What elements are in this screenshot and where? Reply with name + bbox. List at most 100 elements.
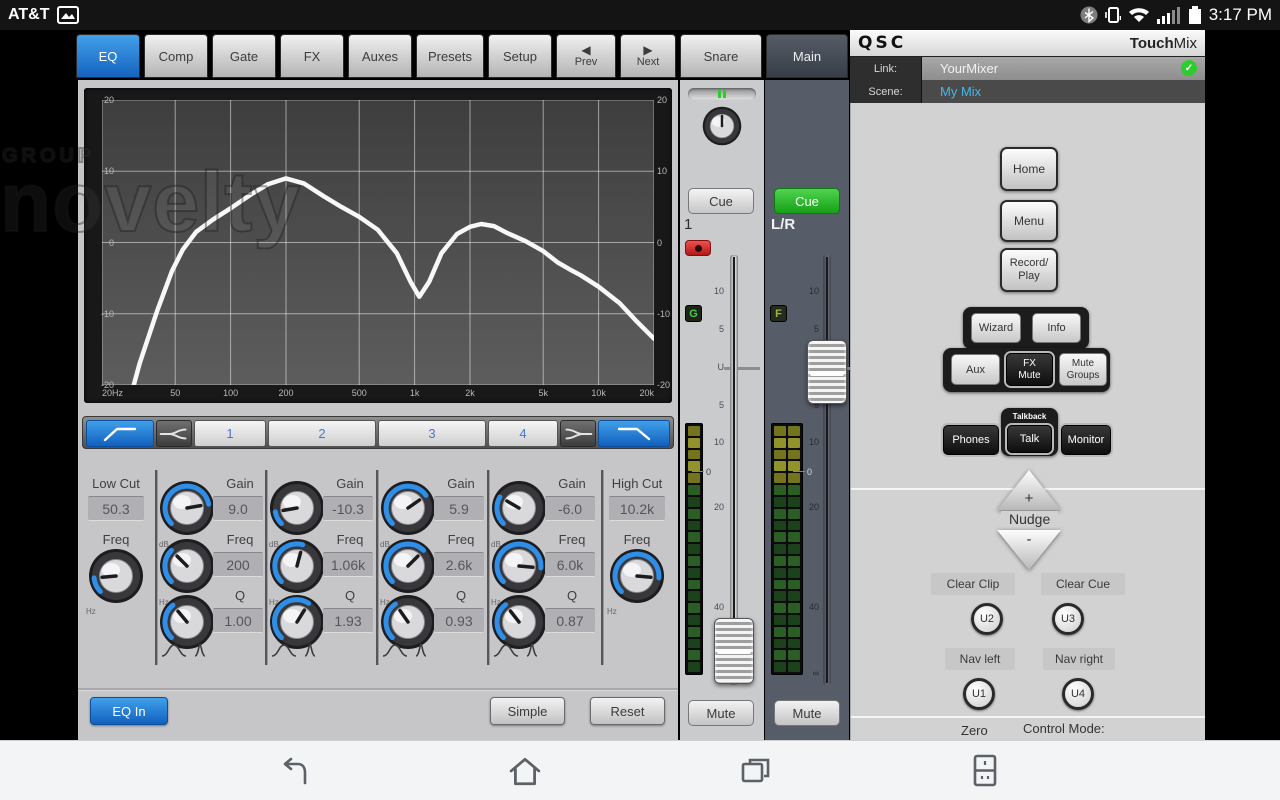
meter-led xyxy=(774,568,786,578)
nav-left-label[interactable]: Nav left xyxy=(945,648,1015,670)
user-button-u2[interactable]: U2 xyxy=(971,603,1003,635)
meter-led xyxy=(774,627,786,637)
low-cut-unit-label: Hz xyxy=(86,607,96,616)
tab-eq[interactable]: EQ xyxy=(76,34,140,78)
tab-setup[interactable]: Setup xyxy=(488,34,552,78)
main-cue-button[interactable]: Cue xyxy=(774,188,840,214)
low-cut-freq-knob[interactable] xyxy=(88,548,144,604)
dual-window-button[interactable] xyxy=(955,749,1015,793)
band4-gain-knob[interactable] xyxy=(491,480,547,536)
monitor-button[interactable]: Monitor xyxy=(1061,425,1111,455)
high-shelf-band-button[interactable] xyxy=(560,420,596,447)
recents-button[interactable] xyxy=(725,749,785,793)
channel1-mute-button[interactable]: Mute xyxy=(688,700,754,726)
meter-column xyxy=(688,426,700,672)
eq-band-1-button[interactable]: 1 xyxy=(194,420,266,447)
main-mute-button[interactable]: Mute xyxy=(774,700,840,726)
back-button[interactable] xyxy=(265,749,325,793)
wizard-button[interactable]: Wizard xyxy=(971,313,1021,343)
nudge-down-button[interactable]: - xyxy=(997,530,1061,570)
band3-freq-knob[interactable] xyxy=(380,538,436,594)
prev-channel-button[interactable]: ◀Prev xyxy=(556,34,616,78)
record-arm-button[interactable] xyxy=(685,240,711,256)
user-button-u1[interactable]: U1 xyxy=(963,678,995,710)
clear-clip-label[interactable]: Clear Clip xyxy=(931,573,1015,595)
meter-led xyxy=(788,461,800,471)
tab-gate[interactable]: Gate xyxy=(212,34,276,78)
meter-led xyxy=(688,450,700,460)
gain-label: Gain xyxy=(549,476,595,491)
band4-freq-knob[interactable] xyxy=(491,538,547,594)
tab-presets[interactable]: Presets xyxy=(416,34,484,78)
low-shelf-band-button[interactable] xyxy=(156,420,192,447)
nudge-label: Nudge xyxy=(1001,511,1058,527)
x-tick-label: 10k xyxy=(591,388,606,398)
high-cut-freq-knob[interactable] xyxy=(609,548,665,604)
clear-cue-label[interactable]: Clear Cue xyxy=(1041,573,1125,595)
tab-channel-snare[interactable]: Snare xyxy=(680,34,762,78)
eq-band-3-button[interactable]: 3 xyxy=(378,420,486,447)
dual-window-icon xyxy=(970,754,1000,788)
tab-auxes[interactable]: Auxes xyxy=(348,34,412,78)
main-fader-track[interactable] xyxy=(823,255,831,685)
channel-pan-knob[interactable] xyxy=(702,106,742,146)
main-fader-cap[interactable] xyxy=(807,340,847,404)
eq-band-2-button[interactable]: 2 xyxy=(268,420,376,447)
band3-gain-knob[interactable] xyxy=(380,480,436,536)
record-play-button[interactable]: Record/Play xyxy=(1000,248,1058,292)
user-button-u3[interactable]: U3 xyxy=(1052,603,1084,635)
y-tick-label: -10 xyxy=(657,309,672,319)
pan-slider[interactable] xyxy=(688,88,756,100)
aux-button[interactable]: Aux xyxy=(951,354,1000,385)
eq-in-button[interactable]: EQ In xyxy=(90,697,168,725)
phones-button[interactable]: Phones xyxy=(943,425,999,455)
meter-led xyxy=(774,639,786,649)
eq-band-4-button[interactable]: 4 xyxy=(488,420,558,447)
meter-led xyxy=(688,627,700,637)
talk-button[interactable]: Talk xyxy=(1007,425,1052,453)
meter-led xyxy=(788,450,800,460)
eq-response-graph[interactable] xyxy=(102,100,654,385)
meter-led xyxy=(788,639,800,649)
band1-gain-value: 9.0 xyxy=(213,496,263,521)
simple-button[interactable]: Simple xyxy=(490,697,565,725)
wifi-icon xyxy=(1128,6,1150,24)
next-channel-button[interactable]: ▶Next xyxy=(620,34,676,78)
tab-main[interactable]: Main xyxy=(766,34,848,78)
bell-narrow-icon xyxy=(193,642,207,658)
menu-button[interactable]: Menu xyxy=(1000,200,1058,242)
band2-gain-knob[interactable] xyxy=(269,480,325,536)
home-nav-button[interactable] xyxy=(495,749,555,793)
meter-led xyxy=(688,473,700,483)
meter-led xyxy=(774,544,786,554)
tab-fx[interactable]: FX xyxy=(280,34,344,78)
channel1-cue-button[interactable]: Cue xyxy=(688,188,754,214)
fader-scale-label: 5 xyxy=(698,324,724,334)
mute-groups-button[interactable]: MuteGroups xyxy=(1059,353,1107,386)
info-button[interactable]: Info xyxy=(1032,313,1081,343)
band1-freq-knob[interactable] xyxy=(159,538,215,594)
meter-led xyxy=(688,603,700,613)
gain-label: Gain xyxy=(327,476,373,491)
user-button-u4[interactable]: U4 xyxy=(1062,678,1094,710)
low-cut-band-button[interactable] xyxy=(86,420,154,447)
gain-label: Gain xyxy=(217,476,263,491)
band1-gain-knob[interactable] xyxy=(159,480,215,536)
meter-led xyxy=(774,450,786,460)
fx-mute-button[interactable]: FXMute xyxy=(1006,353,1053,386)
scene-value[interactable]: My Mix xyxy=(922,80,1205,103)
meter-led xyxy=(788,556,800,566)
tab-comp[interactable]: Comp xyxy=(144,34,208,78)
zero-label: Zero xyxy=(961,723,988,738)
band2-freq-knob[interactable] xyxy=(269,538,325,594)
channel1-fader-cap[interactable] xyxy=(714,618,754,684)
pan-indicator xyxy=(718,90,721,98)
home-button[interactable]: Home xyxy=(1000,147,1058,191)
prev-arrow-icon: ◀ xyxy=(575,45,598,56)
nav-right-label[interactable]: Nav right xyxy=(1043,648,1115,670)
high-cut-band-button[interactable] xyxy=(598,420,670,447)
reset-button[interactable]: Reset xyxy=(590,697,665,725)
nudge-up-button[interactable]: + xyxy=(997,470,1061,510)
freq-label: Freq xyxy=(549,532,595,547)
bluetooth-icon xyxy=(1080,6,1098,24)
